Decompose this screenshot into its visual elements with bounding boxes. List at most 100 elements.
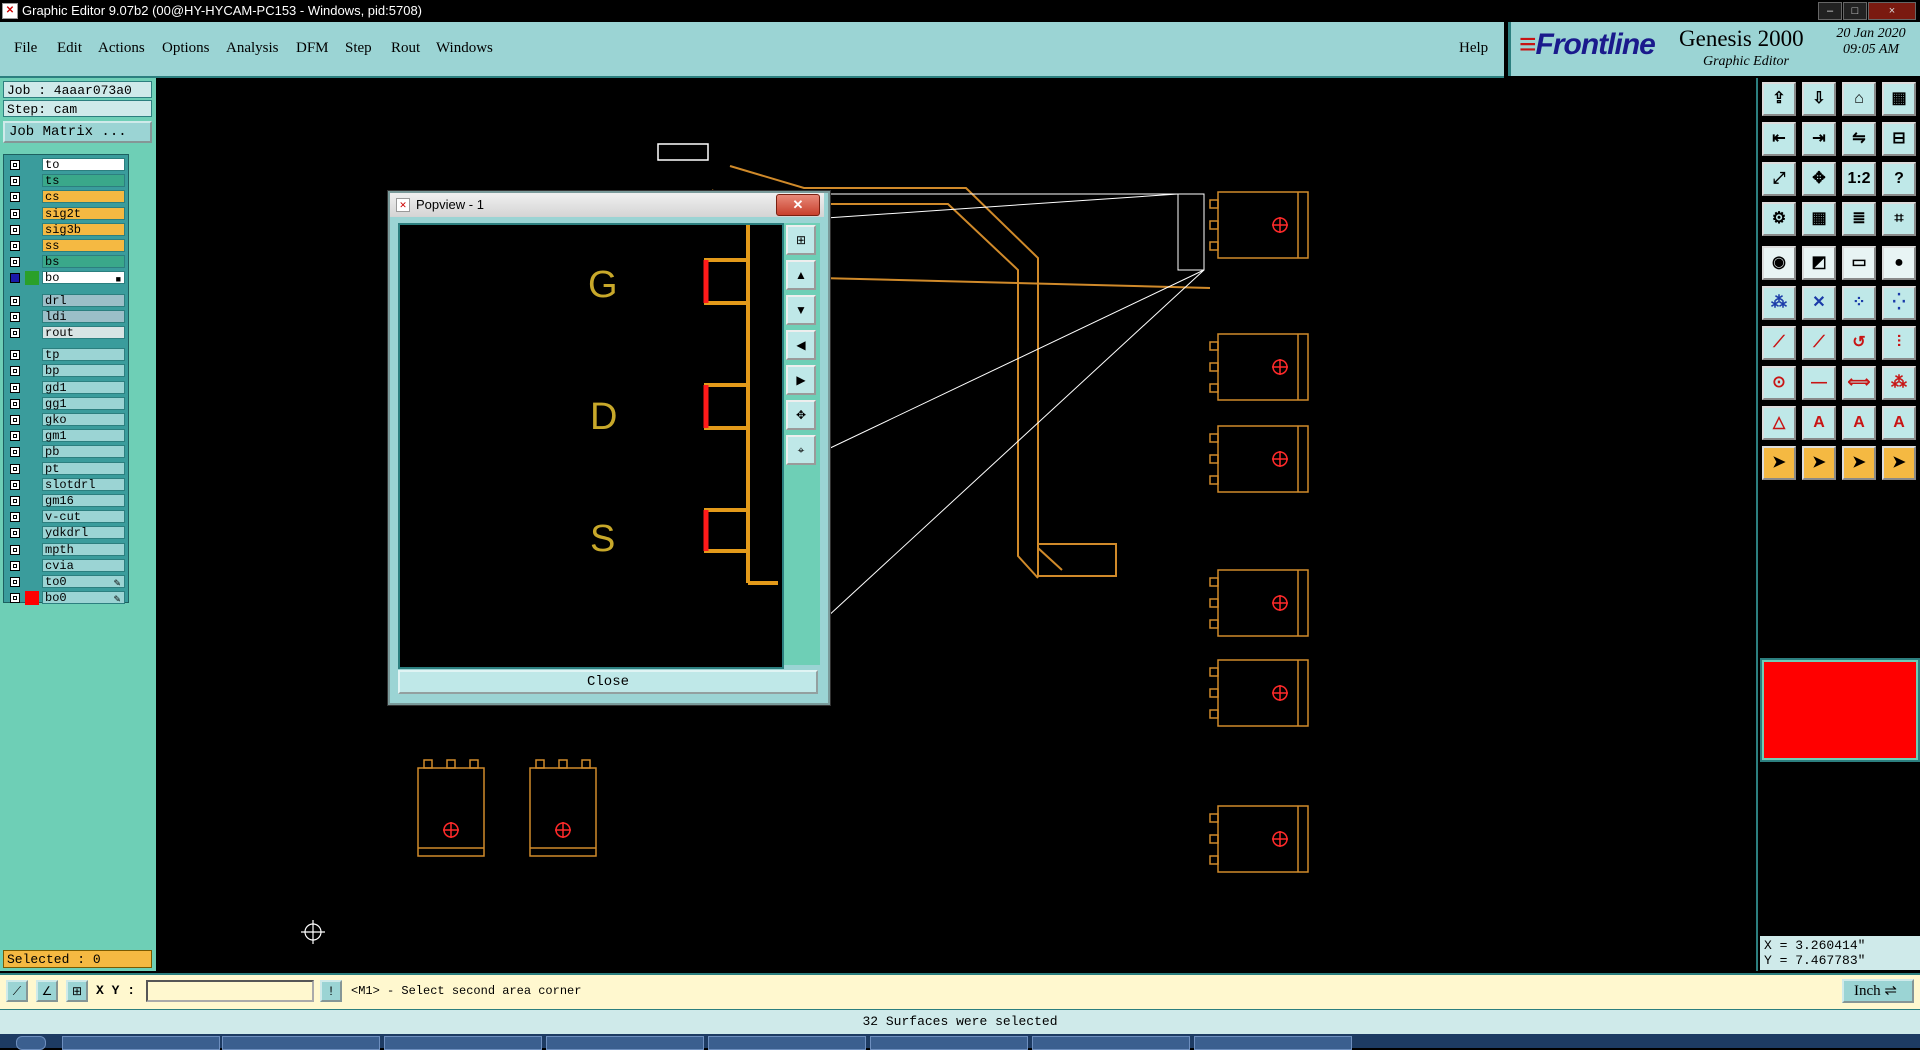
layer-checkbox[interactable]	[10, 176, 20, 187]
layer-color-swatch[interactable]	[25, 174, 39, 189]
layer-color-swatch[interactable]	[25, 396, 39, 411]
text-a-icon[interactable]: A	[1802, 406, 1836, 440]
layer-color-swatch[interactable]	[25, 158, 39, 172]
layer-row-pt[interactable]: pt	[6, 461, 126, 476]
ratio-icon[interactable]: 1:2	[1842, 162, 1876, 196]
popview-zoom-in-icon[interactable]: ⊞	[786, 225, 816, 255]
layer-color-swatch[interactable]	[25, 461, 39, 476]
layer-checkbox[interactable]	[10, 512, 20, 523]
minus-icon[interactable]: —	[1802, 366, 1836, 400]
layer-row-gko[interactable]: gko	[6, 413, 126, 427]
layer-name[interactable]: bo ■	[42, 271, 125, 285]
select-icon[interactable]: ➤	[1762, 446, 1796, 480]
swap-icon[interactable]: ⇋	[1842, 122, 1876, 156]
popview-fit-icon[interactable]: ✥	[786, 400, 816, 430]
layer-checkbox[interactable]	[10, 192, 20, 203]
layer-name[interactable]: v-cut	[42, 510, 125, 524]
layer-name[interactable]: slotdrl	[42, 477, 125, 491]
menu-rout[interactable]: Rout	[391, 40, 420, 57]
ruler-icon[interactable]: ▭	[1842, 246, 1876, 280]
xy-input[interactable]	[146, 980, 314, 1002]
layer-name[interactable]: cvia	[42, 558, 125, 572]
pad-icon[interactable]: ◉	[1762, 246, 1796, 280]
layer-row-bs[interactable]: bs	[6, 255, 126, 270]
filter-icon[interactable]: ⫶	[1882, 326, 1916, 360]
layer-color-swatch[interactable]	[25, 348, 39, 363]
layer-color-swatch[interactable]	[25, 575, 39, 589]
zoom-right-icon[interactable]: ⇥	[1802, 122, 1836, 156]
layer-checkbox[interactable]	[10, 463, 20, 474]
layer-color-swatch[interactable]	[25, 591, 39, 606]
layer-row-cs[interactable]: cs	[6, 190, 126, 205]
layer-color-swatch[interactable]	[25, 364, 39, 379]
popview-center-icon[interactable]: ⌖	[786, 435, 816, 465]
layer-name[interactable]: ts	[42, 174, 125, 188]
close-window-button[interactable]: ×	[1868, 2, 1916, 20]
layer-color-swatch[interactable]	[25, 255, 39, 270]
layer-name[interactable]: ydkdrl	[42, 526, 125, 540]
layer-row-bp[interactable]: bp	[6, 364, 126, 379]
layer-row-gm16[interactable]: gm16	[6, 494, 126, 508]
layer-name[interactable]: sig3b	[42, 222, 125, 236]
layer-color-swatch[interactable]	[25, 477, 39, 492]
layer-checkbox[interactable]	[10, 593, 20, 604]
cluster-icon[interactable]: ⁂	[1882, 366, 1916, 400]
popview-close-button[interactable]: Close	[398, 670, 818, 694]
overview-minimap[interactable]	[1762, 660, 1918, 760]
layout-icon[interactable]: ▦	[1882, 82, 1916, 116]
layer-name[interactable]: bp	[42, 364, 125, 378]
triangle-icon[interactable]: △	[1762, 406, 1796, 440]
layer-name[interactable]: gm1	[42, 429, 125, 443]
text-b-icon[interactable]: A	[1842, 406, 1876, 440]
layer-checkbox[interactable]	[10, 560, 20, 571]
layer-row-drl[interactable]: drl	[6, 293, 126, 308]
layer-checkbox[interactable]	[10, 431, 20, 442]
layer-color-swatch[interactable]	[25, 293, 39, 308]
layer-checkbox[interactable]	[10, 415, 20, 425]
layer-name[interactable]: gko	[42, 413, 125, 427]
layer-color-swatch[interactable]	[25, 326, 39, 340]
connect-icon[interactable]: ⁂	[1762, 286, 1796, 320]
layer-checkbox[interactable]	[10, 241, 20, 251]
layer-row-gd1[interactable]: gd1	[6, 380, 126, 395]
layer-checkbox[interactable]	[10, 328, 20, 338]
menu-edit[interactable]: Edit	[57, 40, 82, 57]
popview-pan-right-icon[interactable]: ▶	[786, 365, 816, 395]
popview-viewport[interactable]: G D S	[398, 223, 784, 669]
menu-step[interactable]: Step	[345, 40, 372, 57]
layer-name[interactable]: mpth	[42, 542, 125, 556]
layer-name[interactable]: rout	[42, 326, 125, 340]
trace-icon[interactable]: ⟋	[1762, 326, 1796, 360]
layer-name[interactable]: bo0 ✎	[42, 591, 125, 605]
snap-icon[interactable]: ⌗	[1882, 202, 1916, 236]
menu-actions[interactable]: Actions	[98, 40, 145, 57]
layer-name[interactable]: drl	[42, 293, 125, 307]
measure-icon[interactable]: ⚙	[1762, 202, 1796, 236]
unit-selector[interactable]: Inch ⇌	[1842, 979, 1914, 1003]
popview-pan-down-icon[interactable]: ▼	[786, 295, 816, 325]
layer-checkbox[interactable]	[10, 160, 20, 170]
layer-checkbox[interactable]	[10, 544, 20, 555]
popview-close-x-button[interactable]: ✕	[776, 194, 820, 216]
layer-color-swatch[interactable]	[25, 558, 39, 573]
layer-row-rout[interactable]: rout	[6, 326, 126, 340]
select-point-icon[interactable]: ➤	[1802, 446, 1836, 480]
layer-name[interactable]: ss	[42, 239, 125, 253]
layer-row-cvia[interactable]: cvia	[6, 558, 126, 573]
layer-name[interactable]: sig2t	[42, 206, 125, 220]
layer-color-swatch[interactable]	[25, 239, 39, 253]
layer-checkbox[interactable]	[10, 479, 20, 490]
layer-row-pb[interactable]: pb	[6, 445, 126, 460]
save-icon[interactable]: ⇩	[1802, 82, 1836, 116]
zoom-left-icon[interactable]: ⇤	[1762, 122, 1796, 156]
layer-checkbox[interactable]	[10, 398, 20, 409]
layer-name[interactable]: gm16	[42, 494, 125, 508]
layer-name[interactable]: to0 ✎	[42, 575, 125, 589]
layer-row-ldi[interactable]: ldi	[6, 309, 126, 324]
menu-windows[interactable]: Windows	[436, 40, 493, 57]
layer-checkbox[interactable]	[10, 350, 20, 361]
layer-row-mpth[interactable]: mpth	[6, 542, 126, 557]
snap-mode-icon[interactable]: ⟋	[6, 980, 28, 1002]
menu-analysis[interactable]: Analysis	[226, 40, 279, 57]
layer-name[interactable]: to	[42, 158, 125, 172]
